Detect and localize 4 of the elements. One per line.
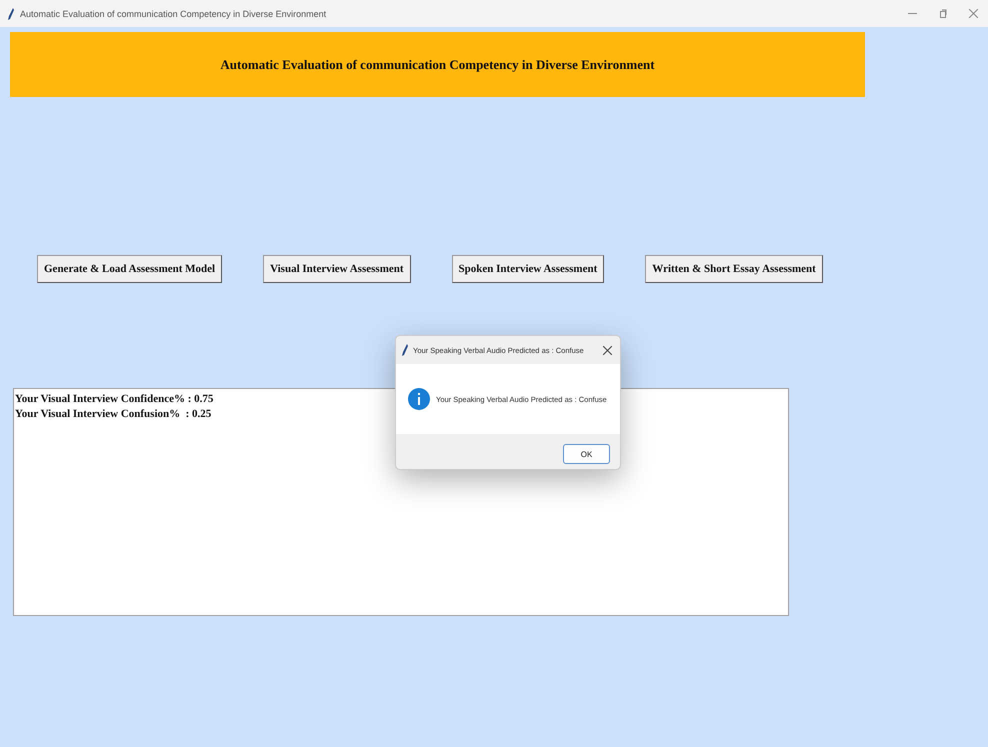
window-title: Automatic Evaluation of communication Competency in Diverse Environment bbox=[20, 8, 328, 18]
result-line: Your Visual Interview Confusion% : 0.25 bbox=[15, 407, 212, 422]
result-line: Your Visual Interview Confidence% : 0.75 bbox=[15, 392, 214, 407]
app-title: Automatic Evaluation of communication Competency in Diverse Environment bbox=[220, 56, 655, 72]
